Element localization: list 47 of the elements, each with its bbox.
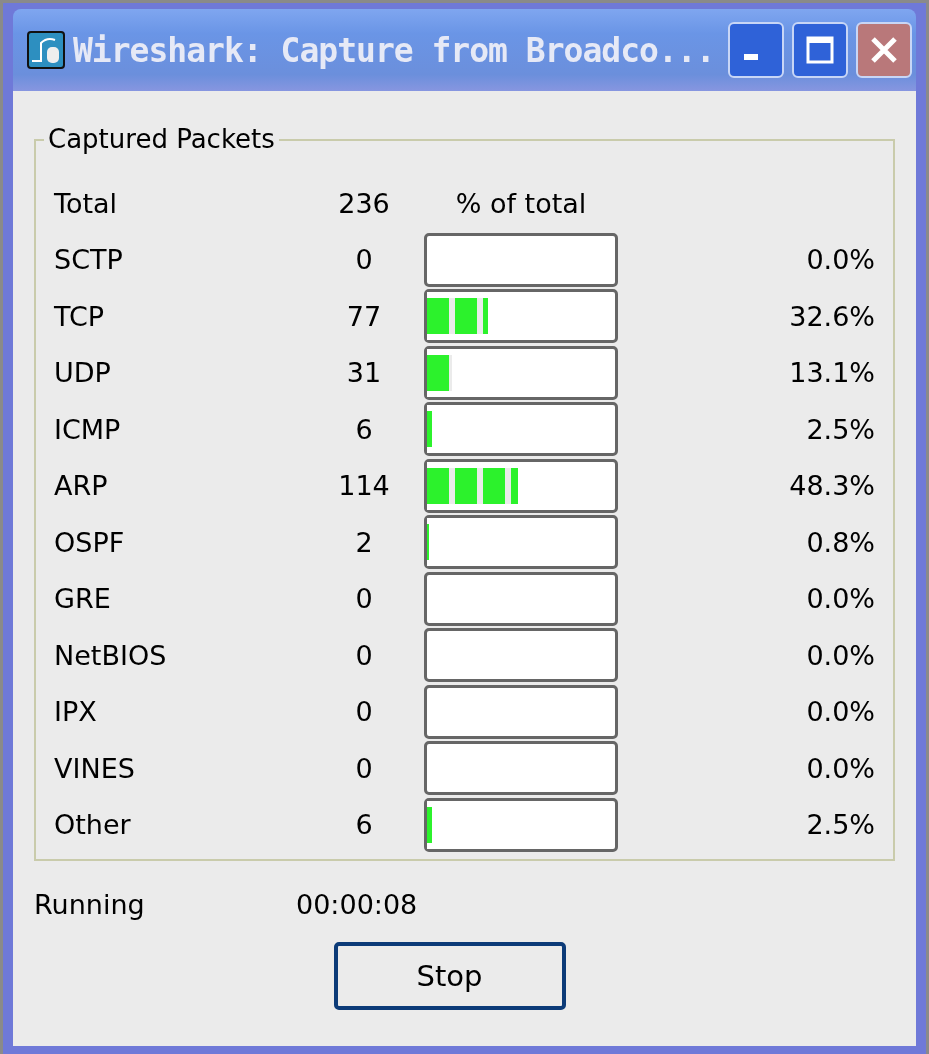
minimize-icon [744,54,758,60]
percent-value: 0.0% [805,752,875,784]
packet-count: 77 [345,300,383,332]
protocol-name: TCP [54,300,106,332]
elapsed-time: 00:00:08 [296,889,418,920]
protocol-name: ICMP [54,413,122,445]
close-icon [869,35,899,65]
packet-count: 0 [354,696,374,728]
total-count: 236 [337,187,391,219]
maximize-icon [805,35,835,65]
close-button[interactable] [856,22,912,78]
percent-value: 32.6% [788,300,875,332]
maximize-button[interactable] [792,22,848,78]
packet-count: 0 [354,244,374,276]
packet-count: 0 [354,639,374,671]
window-title: Wireshark: Capture from Broadco... [73,30,716,70]
percent-value: 13.1% [788,357,875,389]
percent-value: 0.8% [805,526,875,558]
packet-count: 6 [354,809,374,841]
percent-value: 0.0% [805,244,875,276]
packet-count: 2 [354,526,374,558]
protocol-name: Other [54,809,132,841]
packet-count: 31 [345,357,383,389]
packet-count: 6 [354,413,374,445]
percent-value: 0.0% [805,696,875,728]
column-header: % of total [454,187,588,219]
protocol-name: VINES [54,752,136,784]
minimize-button[interactable] [728,22,784,78]
percent-value: 48.3% [788,470,875,502]
status-label: Running [34,889,146,920]
percent-value: 0.0% [805,639,875,671]
protocol-name: OSPF [54,526,126,558]
percent-value: 0.0% [805,583,875,615]
protocol-name: IPX [54,696,98,728]
protocol-name: UDP [54,357,112,389]
stop-button[interactable]: Stop [333,942,566,1010]
protocol-name: ARP [54,470,109,502]
protocol-name: SCTP [54,244,124,276]
app-icon [27,31,65,69]
total-label: Total [54,187,119,219]
protocol-name: GRE [54,583,112,615]
packet-count: 0 [354,583,374,615]
protocol-name: NetBIOS [54,639,168,671]
percent-value: 2.5% [805,809,875,841]
packet-count: 114 [337,470,391,502]
packet-count: 0 [354,752,374,784]
percent-value: 2.5% [805,413,875,445]
